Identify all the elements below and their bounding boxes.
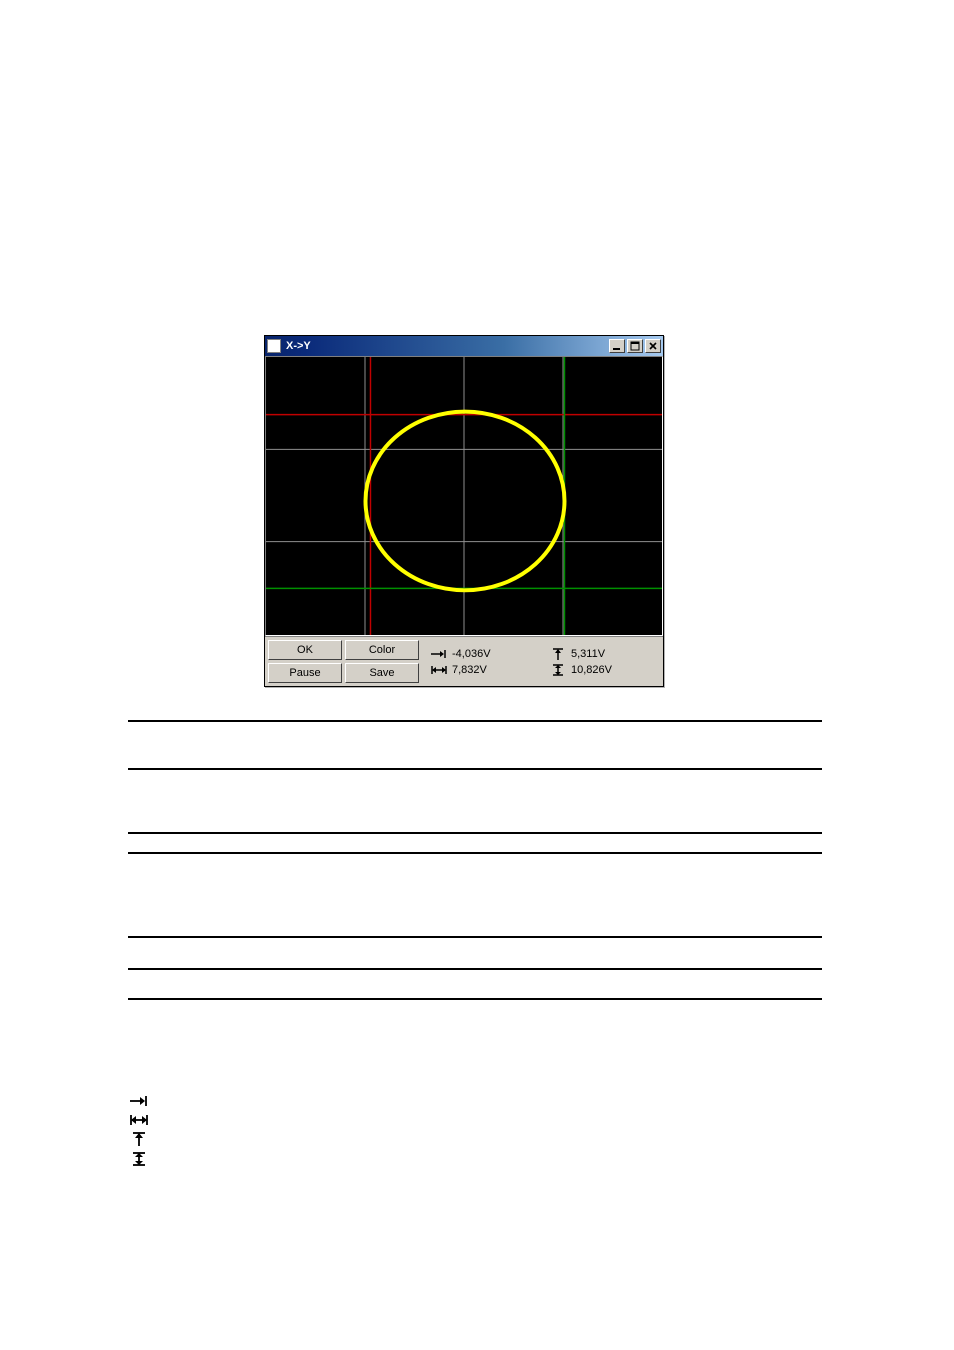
- horizontal-span-icon: [430, 664, 448, 676]
- xy-window: X->Y OK Pa: [264, 335, 664, 687]
- y-readout-group: 5,311V 10,826V: [541, 640, 660, 683]
- y-span-value: 10,826V: [571, 664, 612, 676]
- separator-line: [128, 998, 822, 1000]
- button-column-1: OK Pause: [268, 640, 342, 683]
- y-cursor-value: 5,311V: [571, 648, 605, 660]
- separator-line: [128, 936, 822, 938]
- separator-line: [128, 968, 822, 970]
- x-cursor-value: -4,036V: [452, 648, 491, 660]
- arrow-right-to-bar-icon: [128, 1094, 150, 1108]
- separator-line: [128, 768, 822, 770]
- bottom-panel: OK Pause Color Save -4,036V 7,832V: [265, 636, 663, 686]
- button-column-2: Color Save: [345, 640, 419, 683]
- vertical-span-icon: [549, 664, 567, 676]
- horizontal-span-icon: [128, 1113, 150, 1127]
- arrow-up-to-bar-icon: [549, 648, 567, 660]
- arrow-right-to-bar-icon: [430, 648, 448, 660]
- y-cursor-readout: 5,311V: [549, 648, 660, 660]
- x-readout-group: -4,036V 7,832V: [422, 640, 541, 683]
- vertical-span-icon: [128, 1152, 150, 1166]
- pause-button[interactable]: Pause: [268, 663, 342, 683]
- system-menu-icon[interactable]: [267, 339, 281, 353]
- close-button[interactable]: [645, 339, 661, 353]
- titlebar[interactable]: X->Y: [265, 336, 663, 356]
- y-span-readout: 10,826V: [549, 664, 660, 676]
- minimize-button[interactable]: [609, 339, 625, 353]
- x-span-readout: 7,832V: [430, 664, 541, 676]
- color-button[interactable]: Color: [345, 640, 419, 660]
- separator-line: [128, 720, 822, 722]
- x-cursor-readout: -4,036V: [430, 648, 541, 660]
- ok-button[interactable]: OK: [268, 640, 342, 660]
- x-span-value: 7,832V: [452, 664, 487, 676]
- maximize-button[interactable]: [627, 339, 643, 353]
- separator-line: [128, 852, 822, 854]
- save-button[interactable]: Save: [345, 663, 419, 683]
- window-title: X->Y: [285, 340, 607, 352]
- xy-plot[interactable]: [265, 356, 663, 636]
- separator-line: [128, 832, 822, 834]
- arrow-up-to-bar-icon: [128, 1132, 150, 1146]
